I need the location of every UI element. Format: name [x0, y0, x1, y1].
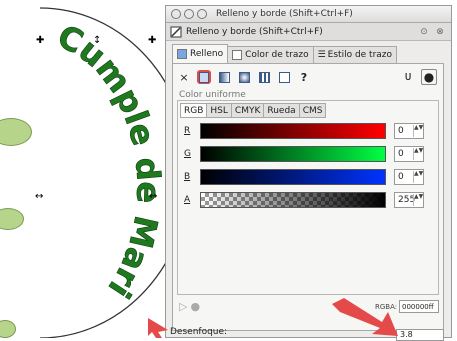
nonzero-fill-icon: ●: [423, 70, 435, 84]
nonzero-fill-button[interactable]: ●: [421, 69, 437, 85]
tab-stroke-paint-label: Color de trazo: [245, 50, 309, 60]
color-selector: RGB HSL CMYK Rueda CMS R 0 ▲▼ G 0 ▲▼ B 0 ▲▼: [177, 100, 439, 295]
pattern-button[interactable]: [257, 70, 271, 84]
annotation-arrow-right: [332, 298, 398, 336]
tab-stroke-paint[interactable]: Color de trazo: [227, 46, 314, 63]
fill-tab-icon: [177, 49, 187, 59]
minimize-window-button[interactable]: [184, 9, 194, 19]
unset-paint-button[interactable]: ?: [297, 70, 311, 84]
tab-rgb[interactable]: RGB: [180, 103, 208, 118]
color-model-tabs: RGB HSL CMYK Rueda CMS: [180, 103, 327, 118]
main-tabs: Relleno Color de trazo ☰ Estilo de trazo: [172, 44, 398, 63]
spin-g-arrows-icon[interactable]: ▲▼: [413, 148, 423, 160]
fill-panel: × ? ᴜ ● Color uniforme RGB HSL CMYK Rued…: [172, 63, 444, 331]
fill-stroke-icon: [170, 26, 182, 37]
spin-g-value: 0: [398, 149, 404, 159]
rgba-value: 000000ff: [402, 302, 434, 311]
color-managed-indicators: ▷ ●: [179, 300, 200, 313]
fill-rule-buttons: ᴜ ●: [395, 69, 437, 85]
paint-mode-buttons: × ?: [177, 70, 317, 84]
fill-stroke-window: Relleno y borde (Shift+Ctrl+F) Relleno y…: [165, 5, 452, 341]
selection-handle-top-right[interactable]: ✚: [148, 36, 156, 46]
rgba-input[interactable]: 000000ff: [399, 300, 439, 313]
dock-title: Relleno y borde (Shift+Ctrl+F): [186, 26, 323, 37]
canvas-svg: Cumple de Mari: [39, 7, 165, 338]
slider-row-g: G 0 ▲▼: [184, 146, 424, 162]
pattern-icon: [258, 71, 270, 83]
cms-icon: ●: [190, 300, 201, 313]
slider-a[interactable]: [200, 192, 386, 208]
linear-gradient-button[interactable]: [217, 70, 231, 84]
tab-cms[interactable]: CMS: [298, 103, 327, 118]
flat-color-button[interactable]: [197, 70, 211, 84]
annotation-arrow-left: [148, 318, 168, 338]
stroke-paint-tab-icon: [232, 50, 243, 60]
tab-hsl[interactable]: HSL: [206, 103, 232, 118]
slider-r[interactable]: [200, 123, 386, 139]
selection-handle-top[interactable]: ↕: [93, 36, 101, 46]
spin-a-arrows-icon[interactable]: ▲▼: [413, 194, 423, 206]
tab-fill[interactable]: Relleno: [172, 44, 229, 63]
spin-a[interactable]: 255 ▲▼: [394, 192, 424, 208]
evenodd-fill-icon: ᴜ: [404, 69, 412, 83]
stroke-style-tab-icon: ☰: [317, 50, 326, 60]
unset-paint-icon: ?: [300, 70, 308, 84]
swatch-button[interactable]: [277, 70, 291, 84]
window-title: Relleno y borde (Shift+Ctrl+F): [216, 9, 353, 19]
spin-b-arrows-icon[interactable]: ▲▼: [413, 171, 423, 183]
dock-minimize-icon[interactable]: ⊙: [419, 27, 429, 37]
uniform-color-label: Color uniforme: [179, 90, 246, 100]
no-paint-button[interactable]: ×: [177, 70, 191, 84]
no-paint-icon: ×: [179, 70, 189, 84]
arc-text: Cumple de Mari: [52, 17, 165, 305]
tab-stroke-style[interactable]: ☰ Estilo de trazo: [312, 46, 398, 63]
slider-row-r: R 0 ▲▼: [184, 123, 424, 139]
radial-gradient-button[interactable]: [237, 70, 251, 84]
dock-close-icon[interactable]: ⊗: [435, 27, 445, 37]
slider-a-label: A: [184, 195, 191, 205]
maximize-window-button[interactable]: [197, 9, 207, 19]
slider-b[interactable]: [200, 169, 386, 185]
slider-b-label: B: [184, 172, 191, 182]
evenodd-fill-button[interactable]: ᴜ: [401, 69, 415, 83]
tab-stroke-style-label: Estilo de trazo: [327, 50, 393, 60]
selection-handle-right[interactable]: ↔: [149, 192, 157, 202]
slider-g[interactable]: [200, 146, 386, 162]
radial-gradient-icon: [238, 71, 250, 83]
close-window-button[interactable]: [171, 9, 181, 19]
play-icon: ▷: [179, 300, 188, 313]
flat-color-icon: [199, 71, 209, 83]
slider-row-a: A 255 ▲▼: [184, 192, 424, 208]
selection-handle-top-left[interactable]: ✚: [36, 36, 44, 46]
tab-fill-label: Relleno: [190, 49, 224, 59]
dock-header: Relleno y borde (Shift+Ctrl+F) ⊙ ⊗: [166, 23, 451, 41]
drawing-canvas[interactable]: Cumple de Mari ✚ ↕ ✚ ↔ ↔: [0, 0, 165, 338]
slider-r-label: R: [184, 126, 191, 136]
blur-label: Desenfoque:: [170, 327, 228, 337]
spin-r-arrows-icon[interactable]: ▲▼: [413, 125, 423, 137]
slider-row-b: B 0 ▲▼: [184, 169, 424, 185]
spin-g[interactable]: 0 ▲▼: [394, 146, 424, 162]
selection-handle-left[interactable]: ↔: [35, 192, 43, 202]
tab-cmyk[interactable]: CMYK: [230, 103, 265, 118]
spin-b-value: 0: [398, 172, 404, 182]
slider-g-label: G: [184, 149, 191, 159]
spin-r[interactable]: 0 ▲▼: [394, 123, 424, 139]
blur-input[interactable]: 3.8: [396, 329, 444, 341]
swatch-icon: [278, 71, 290, 83]
spin-r-value: 0: [398, 126, 404, 136]
spin-b[interactable]: 0 ▲▼: [394, 169, 424, 185]
linear-gradient-icon: [218, 71, 230, 83]
tab-wheel[interactable]: Rueda: [263, 103, 300, 118]
window-titlebar[interactable]: Relleno y borde (Shift+Ctrl+F): [166, 6, 451, 23]
